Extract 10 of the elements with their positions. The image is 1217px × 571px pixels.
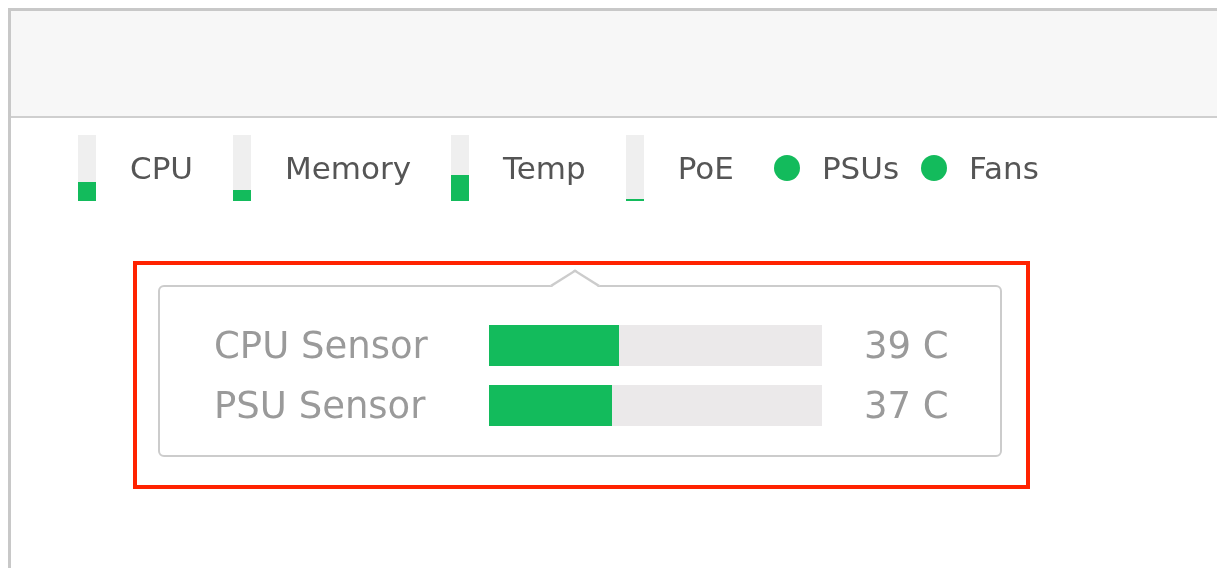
stat-label: PoE (677, 149, 734, 188)
sensor-label: CPU Sensor (214, 323, 429, 367)
stat-label: CPU (130, 149, 194, 188)
stat-label: PSUs (821, 149, 900, 188)
stat-label: Memory (285, 149, 412, 188)
sensor-reading: 37 C (864, 383, 949, 427)
sensor-reading: 39 C (864, 323, 949, 367)
stat-label: Temp (503, 149, 586, 188)
stat-label: Fans (969, 149, 1039, 188)
sensor-label: PSU Sensor (214, 383, 427, 427)
